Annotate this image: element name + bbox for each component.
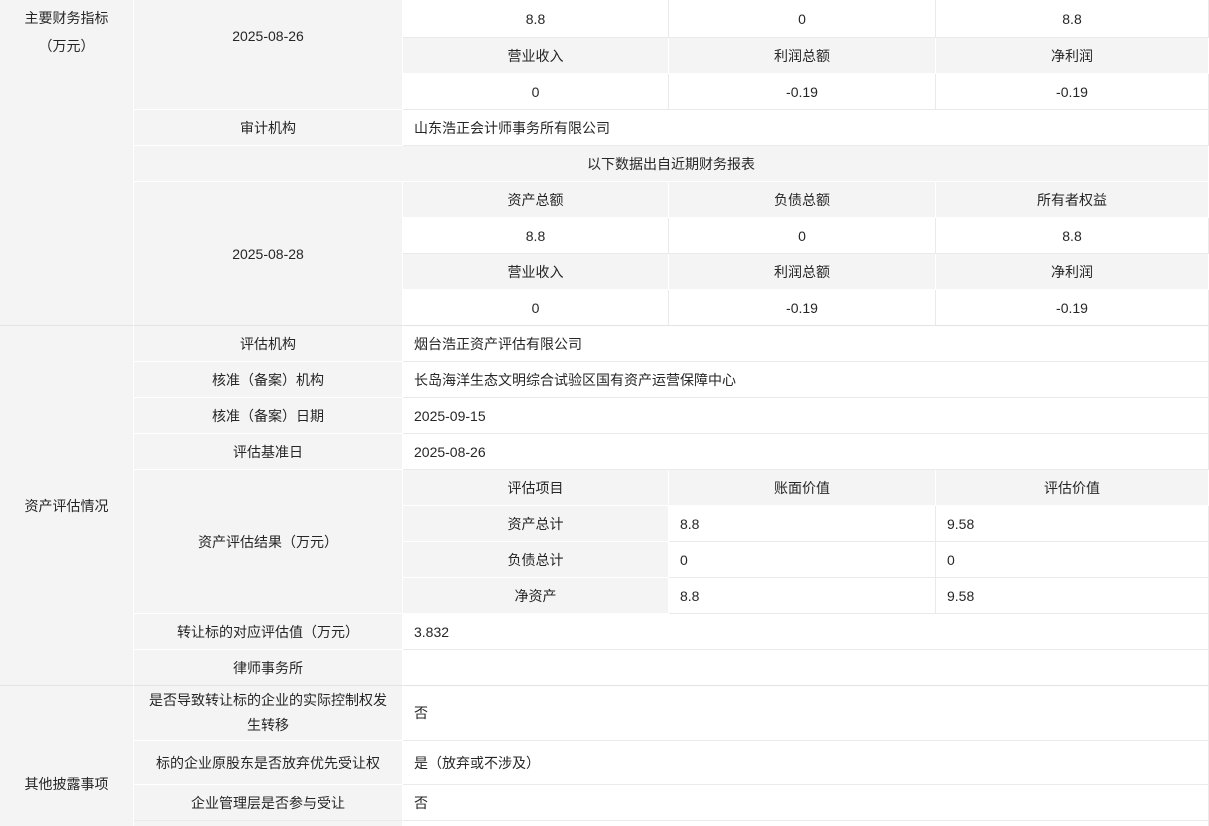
row-value-approval-org: 长岛海洋生态文明综合试验区国有资产运营保障中心: [403, 362, 1209, 398]
row-value-management-participation: 否: [403, 785, 1209, 821]
result-item-name: 净资产: [403, 578, 669, 614]
metric-header: 利润总额: [669, 254, 936, 290]
row-label-law-firm: 律师事务所: [134, 650, 403, 686]
metric-header: 营业收入: [403, 254, 669, 290]
row-value-transfer-assessed-value: 3.832: [403, 614, 1209, 650]
metric-value: -0.19: [936, 74, 1209, 110]
row-label-preemptive-right: 标的企业原股东是否放弃优先受让权: [134, 741, 403, 785]
category-asset-assessment: 资产评估情况: [0, 326, 134, 686]
metric-value: 0: [669, 218, 936, 254]
clipped-row-label: [134, 821, 403, 826]
category-other-disclosures: 其他披露事项: [0, 686, 134, 826]
clipped-row-value: [403, 821, 1209, 826]
metric-value: -0.19: [669, 74, 936, 110]
row-label-management-participation: 企业管理层是否参与受让: [134, 785, 403, 821]
metric-header: 负债总额: [669, 182, 936, 218]
result-item-book: 8.8: [669, 506, 936, 542]
metric-header: 所有者权益: [936, 182, 1209, 218]
row-value-audit-agency: 山东浩正会计师事务所有限公司: [403, 110, 1209, 146]
metric-value: 0: [669, 0, 936, 38]
row-value-assessment-agency: 烟台浩正资产评估有限公司: [403, 326, 1209, 362]
metric-header: 营业收入: [403, 38, 669, 74]
row-label-base-date: 评估基准日: [134, 434, 403, 470]
report-date-cell: 2025-08-28: [134, 182, 403, 326]
row-label-control-transfer: 是否导致转让标的企业的实际控制权发生转移: [134, 686, 403, 741]
category-financial-indicators: 主要财务指标 （万元）: [0, 0, 134, 326]
metric-value: -0.19: [936, 290, 1209, 326]
row-label-assessment-agency: 评估机构: [134, 326, 403, 362]
report-date-cell: 2025-08-26: [134, 0, 403, 110]
metric-value: 0: [403, 74, 669, 110]
metric-header: 资产总额: [403, 182, 669, 218]
row-label-audit-agency: 审计机构: [134, 110, 403, 146]
row-label-approval-date: 核准（备案）日期: [134, 398, 403, 434]
row-value-preemptive-right: 是（放弃或不涉及）: [403, 741, 1209, 785]
result-header-item: 评估项目: [403, 470, 669, 506]
result-header-book-value: 账面价值: [669, 470, 936, 506]
row-value-approval-date: 2025-09-15: [403, 398, 1209, 434]
result-item-name: 负债总计: [403, 542, 669, 578]
row-label-assessment-result: 资产评估结果（万元）: [134, 470, 403, 614]
metric-header: 净利润: [936, 38, 1209, 74]
result-item-assessed: 9.58: [936, 506, 1209, 542]
category-financial-indicators-text: 主要财务指标 （万元）: [0, 4, 133, 60]
metric-value: 0: [403, 290, 669, 326]
result-header-assessed-value: 评估价值: [936, 470, 1209, 506]
metric-value: 8.8: [403, 0, 669, 38]
metric-value: 8.8: [936, 0, 1209, 38]
row-value-control-transfer: 否: [403, 686, 1209, 741]
metric-header: 利润总额: [669, 38, 936, 74]
metric-value: -0.19: [669, 290, 936, 326]
disclosure-table: 主要财务指标 （万元） 资产评估情况 其他披露事项 2025-08-26 8.8…: [0, 0, 1209, 826]
row-label-transfer-assessed-value: 转让标的对应评估值（万元）: [134, 614, 403, 650]
metric-value: 8.8: [936, 218, 1209, 254]
row-label-approval-org: 核准（备案）机构: [134, 362, 403, 398]
recent-statements-note: 以下数据出自近期财务报表: [134, 146, 1209, 182]
metric-value: 8.8: [403, 218, 669, 254]
row-value-base-date: 2025-08-26: [403, 434, 1209, 470]
result-item-book: 0: [669, 542, 936, 578]
row-value-law-firm: [403, 650, 1209, 686]
result-item-assessed: 9.58: [936, 578, 1209, 614]
result-item-name: 资产总计: [403, 506, 669, 542]
metric-header: 净利润: [936, 254, 1209, 290]
result-item-book: 8.8: [669, 578, 936, 614]
result-item-assessed: 0: [936, 542, 1209, 578]
